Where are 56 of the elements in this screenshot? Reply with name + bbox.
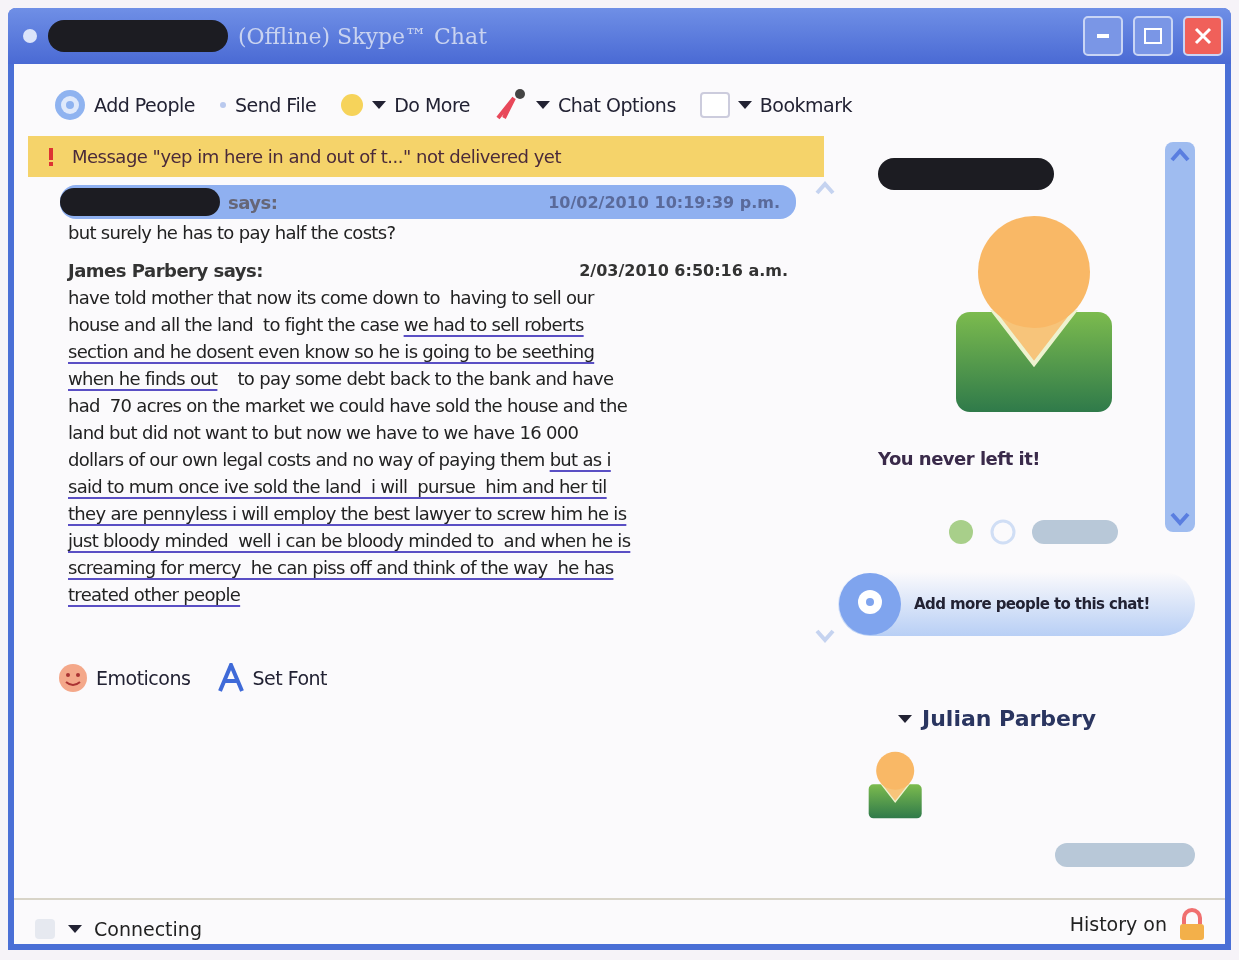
toolbar-button[interactable]: Bookmark [759,94,853,116]
maximize-button[interactable] [1133,16,1173,56]
maximize-icon [1144,28,1162,44]
avatar-icon [868,751,923,819]
message-line: but surely he has to pay half the costs? [68,221,396,245]
toolbar-button[interactable]: Add People [94,94,195,116]
caret-icon [68,924,82,934]
message-line: have told mother that now its come down to having to sell our [68,286,594,310]
add-circle-icon [54,89,86,121]
message-line: when he finds out to pay some debt back to the bank and have [68,367,614,391]
sender-name: James Parbery says: [68,260,263,281]
more-button[interactable] [1032,520,1118,544]
message-line: treated other people [68,583,241,607]
message-line: section and he dosent even know so he is going to be seething [68,340,595,364]
scrollbar[interactable] [1165,142,1195,532]
scroll-down-icon[interactable] [1170,512,1190,526]
participant-group[interactable]: Julian Parbery [922,706,1097,731]
scroll-up-icon[interactable] [1170,148,1190,162]
message-line: just bloody minded well i can be bloody minded to and when he is [68,529,631,553]
bookmark-icon [699,92,730,118]
sun-icon [340,93,365,117]
message-line: had 70 acres on the market we could have sold the house and the [68,394,628,418]
circle-icon[interactable] [990,519,1016,545]
message-line: said to mum once ive sold the land i will pursue him and her til [68,475,607,499]
window-title: (Offline) Skype™ Chat [238,23,487,49]
warning-icon [48,147,54,166]
message-time: 2/03/2010 6:50:16 a.m. [579,261,788,280]
compose-tool-button[interactable]: Emoticons [96,667,191,689]
toolbar-button[interactable]: Do More [394,94,471,116]
message-line: screaming for mercy he can piss off and think of the way he has [68,556,614,580]
dot-icon [218,101,227,109]
message-line: dollars of our own legal costs and no way of paying them but as i [68,448,611,472]
font-icon [218,663,245,693]
toolbar-button[interactable]: Send File [234,94,317,116]
mood-message: You never left it! [878,448,1040,469]
compose-tool-button[interactable]: Set Font [252,667,327,689]
toolbar-button[interactable]: Chat Options [558,94,676,116]
personalize-button[interactable] [1055,843,1195,867]
minimize-button[interactable] [1083,16,1123,56]
add-more-link[interactable]: Add more people to this chat! [914,595,1150,613]
message-line: house and all the land to fight the case we had to sell roberts [68,313,584,337]
history-status: History on [1069,913,1167,935]
close-button[interactable] [1183,16,1223,56]
alert-text: Message "yep im here in and out of t..." not delivered yet [72,146,561,167]
add-people-icon[interactable] [838,572,902,636]
close-icon [1194,27,1212,45]
message-time: 10/02/2010 10:19:39 p.m. [548,192,780,212]
smiley-icon [58,663,88,693]
app-icon [22,28,38,44]
avatar-icon [954,214,1114,414]
minimize-icon [1097,34,1109,38]
message-line: they are pennyless i will employ the best lawyer to screw him he is [68,502,627,526]
sender-name: says: [228,191,278,213]
status-text[interactable]: Connecting [94,918,202,940]
message-line: land but did not want to but now we have to we have 16 000 [68,421,579,445]
lock-icon [1179,908,1205,940]
